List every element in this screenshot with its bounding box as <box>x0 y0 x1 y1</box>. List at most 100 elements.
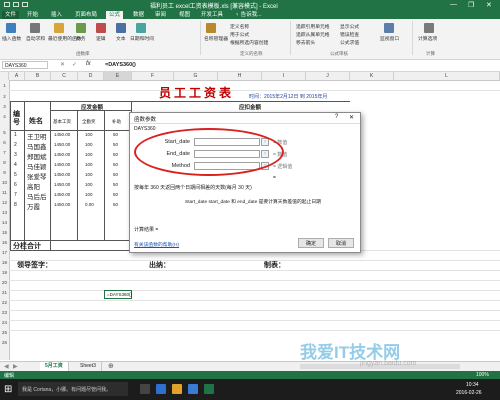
row-header[interactable]: 11 <box>0 190 9 195</box>
save-icon[interactable] <box>4 2 10 7</box>
row-header[interactable]: 23 <box>0 310 9 315</box>
dialog-help-button[interactable]: ? <box>335 114 338 120</box>
redo-icon[interactable] <box>22 2 28 7</box>
show-formulas-button[interactable]: 显示公式 <box>340 23 359 30</box>
row-header[interactable]: 15 <box>0 230 9 235</box>
autosum-button[interactable]: 自动求和 <box>26 35 45 42</box>
tab-data[interactable]: 数据 <box>130 11 147 19</box>
insert-function-button[interactable]: 插入函数 <box>2 35 21 42</box>
row-header[interactable]: 26 <box>0 340 9 345</box>
trace-precedents-button[interactable]: 追踪引用单元格 <box>296 23 330 30</box>
close-button[interactable]: ✕ <box>486 1 492 9</box>
column-header[interactable]: F <box>132 72 174 80</box>
row-header[interactable]: 10 <box>0 180 9 185</box>
define-name-button[interactable]: 定义名称 <box>230 23 249 30</box>
ok-button[interactable]: 确定 <box>298 238 324 248</box>
row-header[interactable]: 5 <box>0 130 9 135</box>
row-header[interactable]: 25 <box>0 330 9 335</box>
tab-developer[interactable]: 开发工具 <box>198 11 226 19</box>
row-header[interactable]: 4 <box>0 114 9 119</box>
row-header[interactable]: 13 <box>0 210 9 215</box>
name-manager-icon[interactable] <box>206 23 216 33</box>
windows-start-icon[interactable]: ⊞ <box>4 384 12 395</box>
row-header[interactable]: 24 <box>0 320 9 325</box>
enter-icon[interactable]: ✓ <box>72 61 77 68</box>
scroll-right-icon[interactable]: ▶ <box>13 363 18 370</box>
row-header[interactable]: 18 <box>0 260 9 265</box>
tab-formulas[interactable]: 公式 <box>106 11 124 19</box>
tab-view[interactable]: 视图 <box>176 11 193 19</box>
tab-review[interactable]: 审阅 <box>152 11 169 19</box>
store-icon[interactable] <box>188 384 198 394</box>
column-header[interactable]: D <box>78 72 104 80</box>
minimize-button[interactable]: — <box>450 1 457 8</box>
text-icon[interactable] <box>116 23 126 33</box>
column-header[interactable]: A <box>9 72 25 80</box>
column-header[interactable]: E <box>104 72 132 80</box>
financial-button[interactable]: 财务 <box>76 35 86 42</box>
row-header[interactable]: 19 <box>0 270 9 275</box>
use-in-formula-button[interactable]: 用于公式 <box>230 31 249 38</box>
add-sheet-button[interactable]: ⊕ <box>108 362 114 370</box>
row-header[interactable]: 22 <box>0 300 9 305</box>
cancel-button[interactable]: 取消 <box>328 238 354 248</box>
file-explorer-icon[interactable] <box>172 384 182 394</box>
row-header[interactable]: 21 <box>0 290 9 295</box>
tell-me-search[interactable]: ♀ 告诉我... <box>232 11 265 19</box>
tab-home[interactable]: 开始 <box>24 11 41 19</box>
row-header[interactable]: 12 <box>0 200 9 205</box>
formula-input[interactable]: =DAYS360() <box>105 62 136 68</box>
name-box[interactable]: DAYS360 <box>2 61 48 69</box>
watch-window-button[interactable]: 监视窗口 <box>380 35 399 42</box>
remove-arrows-button[interactable]: 移去箭头 <box>296 39 315 46</box>
datetime-button[interactable]: 日期和时间 <box>130 35 154 42</box>
fx-icon[interactable]: fx <box>86 61 91 67</box>
row-header[interactable]: 16 <box>0 240 9 245</box>
active-cell[interactable]: =DAYS360() <box>104 290 132 299</box>
insert-function-icon[interactable] <box>6 23 16 33</box>
column-header[interactable]: K <box>350 72 394 80</box>
column-header[interactable]: C <box>51 72 78 80</box>
scroll-left-icon[interactable]: ◀ <box>4 363 9 370</box>
column-header[interactable]: J <box>306 72 350 80</box>
column-header[interactable]: I <box>262 72 306 80</box>
row-header[interactable]: 7 <box>0 150 9 155</box>
dialog-titlebar[interactable] <box>130 113 360 124</box>
create-from-selection-button[interactable]: 根据所选内容创建 <box>230 39 268 46</box>
task-view-icon[interactable] <box>140 384 150 394</box>
row-header[interactable]: 3 <box>0 104 9 109</box>
calc-options-icon[interactable] <box>424 23 434 33</box>
calc-options-button[interactable]: 计算选项 <box>418 35 437 42</box>
row-header[interactable]: 20 <box>0 280 9 285</box>
row-header[interactable]: 9 <box>0 170 9 175</box>
row-header[interactable]: 14 <box>0 220 9 225</box>
undo-icon[interactable] <box>13 2 19 7</box>
edge-icon[interactable] <box>156 384 166 394</box>
evaluate-formula-button[interactable]: 公式求值 <box>340 39 359 46</box>
autosum-icon[interactable] <box>30 23 40 33</box>
text-button[interactable]: 文本 <box>116 35 126 42</box>
horizontal-scrollbar[interactable] <box>300 364 460 369</box>
tab-insert[interactable]: 插入 <box>48 11 65 19</box>
row-header[interactable]: 2 <box>0 94 9 99</box>
watch-window-icon[interactable] <box>384 23 394 33</box>
zoom-level[interactable]: 100% <box>476 372 489 378</box>
row-header[interactable]: 1 <box>0 83 9 88</box>
recent-functions-icon[interactable] <box>54 23 64 33</box>
row-header[interactable]: 17 <box>0 250 9 255</box>
sheet-tab[interactable]: Sheet3 <box>75 362 102 371</box>
tab-page-layout[interactable]: 页面布局 <box>72 11 100 19</box>
column-header[interactable]: B <box>25 72 51 80</box>
row-header[interactable]: 8 <box>0 160 9 165</box>
financial-icon[interactable] <box>76 23 86 33</box>
column-header[interactable]: G <box>174 72 218 80</box>
name-manager-button[interactable]: 名称管理器 <box>204 35 228 42</box>
restore-button[interactable]: ❐ <box>468 1 474 9</box>
function-help-link[interactable]: 有关该函数的帮助(H) <box>134 241 179 248</box>
datetime-icon[interactable] <box>136 23 146 33</box>
select-all-corner[interactable] <box>0 72 9 80</box>
tab-file[interactable]: 文件 <box>2 11 20 19</box>
cancel-icon[interactable]: ✕ <box>60 61 65 68</box>
trace-dependents-button[interactable]: 追踪从属单元格 <box>296 31 330 38</box>
logical-icon[interactable] <box>96 23 106 33</box>
